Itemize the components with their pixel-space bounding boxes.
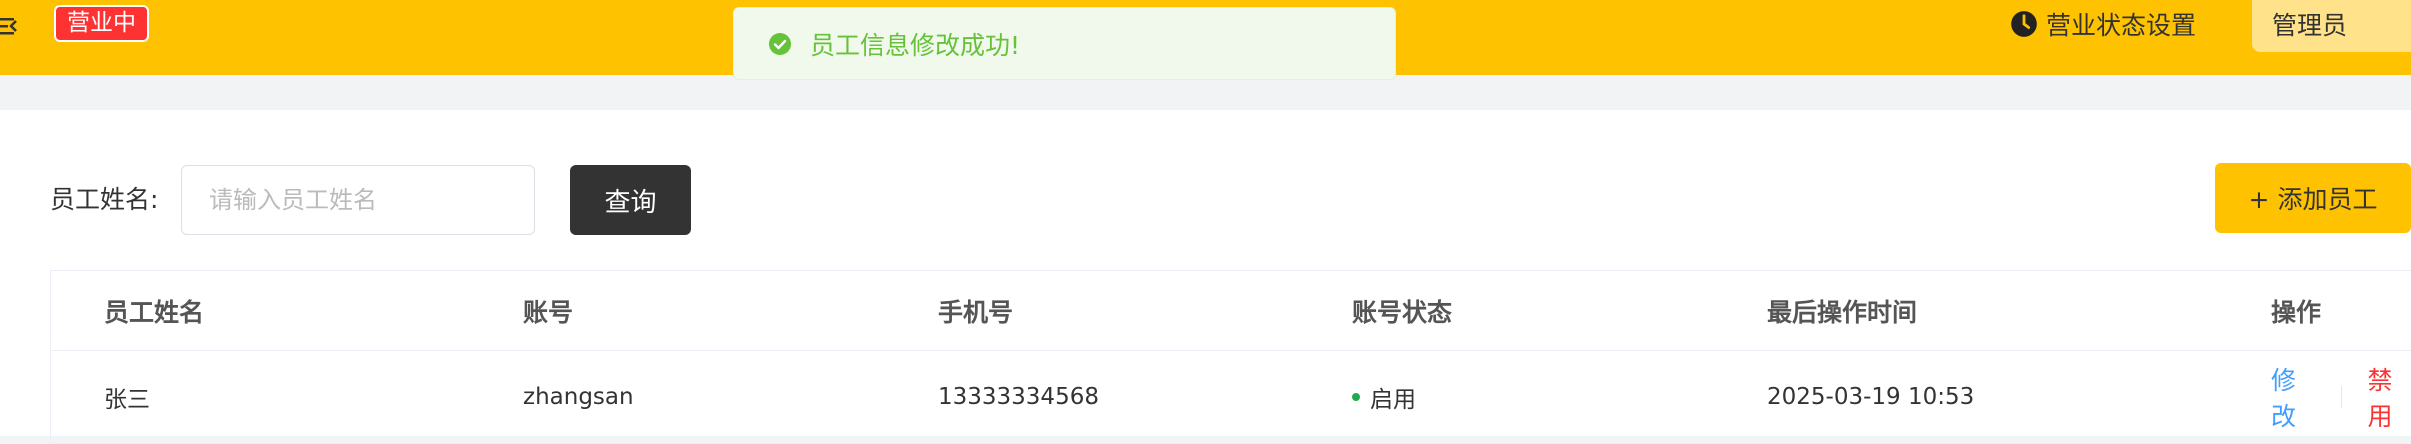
admin-user-menu[interactable]: 管理员 [2252, 0, 2411, 52]
column-header-phone: 手机号 [938, 297, 1014, 327]
toast-message: 员工信息修改成功! [810, 30, 1021, 60]
status-dot-icon [1352, 393, 1360, 401]
employee-name-filter-label: 员工姓名: [50, 185, 159, 214]
status-settings-label: 营业状态设置 [2046, 11, 2197, 40]
status-settings-button[interactable]: 营业状态设置 [2010, 0, 2196, 48]
query-button[interactable]: 查询 [570, 165, 691, 235]
edit-link[interactable]: 修改 [2271, 361, 2315, 433]
success-toast: 员工信息修改成功! [733, 7, 1396, 80]
account-status-label: 启用 [1370, 387, 1416, 413]
success-check-icon [769, 32, 791, 55]
column-header-last-op-time: 最后操作时间 [1767, 297, 1918, 327]
add-employee-button[interactable]: + 添加员工 [2215, 163, 2411, 233]
business-status-badge: 营业中 [54, 5, 149, 42]
disable-link[interactable]: 禁用 [2367, 361, 2411, 433]
employee-table: 员工姓名 账号 手机号 账号状态 最后操作时间 操作 张三 zhangsan 1… [50, 270, 2411, 444]
column-header-account: 账号 [523, 297, 574, 327]
clock-icon [2011, 11, 2037, 37]
menu-toggle-icon[interactable] [0, 16, 18, 36]
last-op-time-cell: 2025-03-19 10:53 [1767, 384, 1975, 410]
account-cell: zhangsan [523, 384, 634, 410]
main-content: 员工姓名: 查询 + 添加员工 员工姓名 账号 手机号 账号状态 最后操作时间 … [0, 110, 2411, 444]
actions-cell: 修改 禁用 [2271, 351, 2411, 443]
table-row: 张三 zhangsan 13333334568 启用 2025-03-19 10… [51, 351, 2411, 443]
column-header-status: 账号状态 [1352, 297, 1453, 327]
phone-cell: 13333334568 [938, 384, 1099, 410]
column-header-actions: 操作 [2271, 297, 2322, 327]
employee-name-search-input[interactable] [181, 165, 535, 235]
table-header-row: 员工姓名 账号 手机号 账号状态 最后操作时间 操作 [51, 271, 2411, 351]
column-header-name: 员工姓名 [104, 297, 205, 327]
account-status-cell: 启用 [1352, 351, 1416, 443]
action-divider [2340, 386, 2342, 408]
employee-name-cell: 张三 [104, 387, 150, 413]
